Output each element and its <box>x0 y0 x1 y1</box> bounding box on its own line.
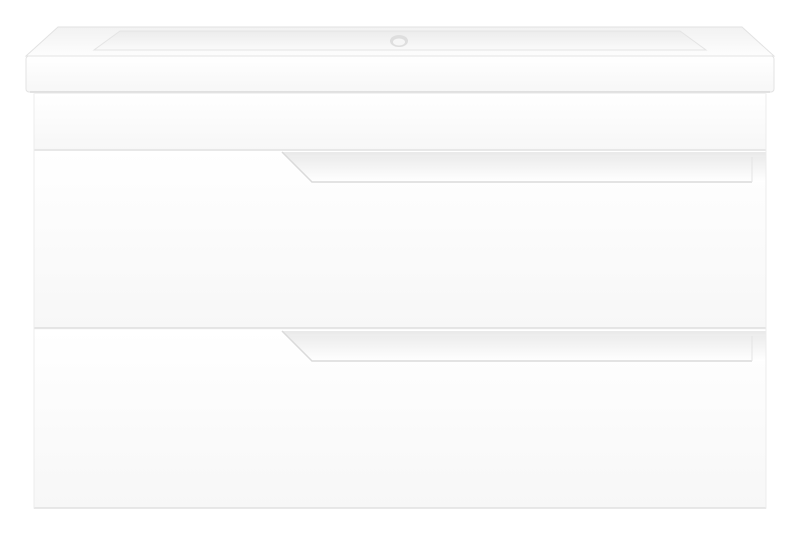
drawer-top[interactable] <box>34 151 766 329</box>
vanity-scene <box>24 26 776 509</box>
sink-front-edge <box>25 55 775 93</box>
tap-hole-icon <box>390 35 408 47</box>
cabinet-upper-panel <box>34 94 766 150</box>
drawer-bottom[interactable] <box>34 330 766 509</box>
sink-top <box>24 26 776 93</box>
handle-groove-icon[interactable] <box>281 330 766 362</box>
handle-groove-icon[interactable] <box>281 151 766 183</box>
